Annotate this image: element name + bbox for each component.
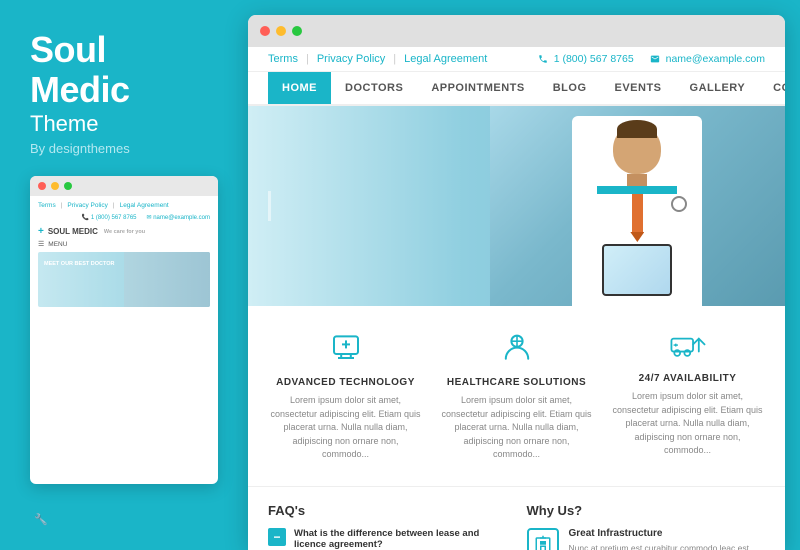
wrench-icon[interactable]: 🔧 (30, 508, 52, 530)
mini-dot-yellow[interactable] (51, 182, 59, 190)
mini-logo: + SOUL MEDIC We care for you (38, 226, 210, 237)
nav-home[interactable]: HOME (268, 72, 331, 104)
feature-healthcare-text: Lorem ipsum dolor sit amet, consectetur … (439, 394, 594, 462)
mini-hero-text: MEET OUR BEST DOCTOR (44, 260, 115, 268)
mini-browser-content: Terms | Privacy Policy | Legal Agreement… (30, 196, 218, 313)
dot-red[interactable] (260, 26, 270, 36)
theme-subtitle: Theme (30, 111, 218, 137)
site-top-contact: 1 (800) 567 8765 name@example.com (538, 53, 765, 65)
faq-title: FAQ's (268, 503, 507, 518)
feature-healthcare: HEALTHCARE SOLUTIONS Lorem ipsum dolor s… (439, 330, 594, 462)
doctor-coat (572, 116, 702, 306)
feature-availability-text: Lorem ipsum dolor sit amet, consectetur … (610, 390, 765, 458)
mini-menu-bar: ☰ MENU (38, 240, 210, 248)
hero-doctor-area (490, 106, 785, 306)
feature-technology-text: Lorem ipsum dolor sit amet, consectetur … (268, 394, 423, 462)
why-item: Great Infrastructure Nunc at pretium est… (527, 528, 766, 550)
doctor-head (613, 124, 661, 174)
theme-author: By designthemes (30, 141, 218, 156)
email-address: name@example.com (650, 53, 765, 65)
faq-section: FAQ's − What is the difference between l… (268, 503, 507, 550)
doctor-container (490, 106, 785, 306)
hero-section (248, 106, 785, 306)
faq-question: What is the difference between lease and… (294, 528, 507, 550)
nav-appointments[interactable]: APPOINTMENTS (417, 72, 538, 104)
mini-browser-bar (30, 176, 218, 196)
feature-technology: ADVANCED TECHNOLOGY Lorem ipsum dolor si… (268, 330, 423, 462)
hero-divider (268, 191, 271, 221)
main-browser: Terms | Privacy Policy | Legal Agreement… (248, 15, 785, 550)
doctor-hair (617, 120, 657, 138)
browser-bar (248, 15, 785, 47)
faq-minus-icon[interactable]: − (268, 528, 286, 546)
doctor-tie (632, 194, 643, 234)
faq-content: What is the difference between lease and… (294, 528, 507, 550)
feature-availability-title: 24/7 AVAILABILITY (610, 373, 765, 384)
dot-yellow[interactable] (276, 26, 286, 36)
doctor-collar (597, 186, 677, 194)
availability-icon (610, 330, 765, 365)
why-title: Why Us? (527, 503, 766, 518)
nav-events[interactable]: EVENTS (601, 72, 676, 104)
why-building-icon (527, 528, 559, 550)
dot-green[interactable] (292, 26, 302, 36)
nav-contact[interactable]: CONTACT (759, 72, 785, 104)
theme-title: Soul Medic (30, 30, 218, 109)
tie-tip (630, 232, 644, 242)
faq-item: − What is the difference between lease a… (268, 528, 507, 550)
doctor-neck (627, 174, 647, 186)
feature-healthcare-title: HEALTHCARE SOLUTIONS (439, 377, 594, 388)
mini-browser: Terms | Privacy Policy | Legal Agreement… (30, 176, 218, 484)
stethoscope-icon (671, 196, 687, 212)
site-top-links: Terms | Privacy Policy | Legal Agreement (268, 53, 487, 65)
browser-content: Terms | Privacy Policy | Legal Agreement… (248, 47, 785, 550)
mini-link-terms[interactable]: Terms (38, 202, 56, 209)
bottom-section: FAQ's − What is the difference between l… (248, 487, 785, 550)
mini-link-privacy[interactable]: Privacy Policy (67, 202, 107, 209)
mini-hero-image (124, 252, 210, 307)
link-legal[interactable]: Legal Agreement (404, 53, 487, 65)
tool-section: 🔧 (30, 508, 218, 530)
site-navigation: HOME DOCTORS APPOINTMENTS BLOG EVENTS GA… (248, 72, 785, 106)
why-section: Why Us? Great Infrastructure (527, 503, 766, 550)
feature-availability: 24/7 AVAILABILITY Lorem ipsum dolor sit … (610, 330, 765, 462)
why-item-text: Nunc at pretium est curabitur commodo le… (569, 543, 766, 550)
tablet (602, 244, 672, 296)
features-section: ADVANCED TECHNOLOGY Lorem ipsum dolor si… (248, 306, 785, 487)
left-panel: Soul Medic Theme By designthemes Terms |… (0, 0, 248, 550)
mini-dot-green[interactable] (64, 182, 72, 190)
nav-doctors[interactable]: DOCTORS (331, 72, 417, 104)
site-top-bar: Terms | Privacy Policy | Legal Agreement… (248, 47, 785, 72)
feature-technology-title: ADVANCED TECHNOLOGY (268, 377, 423, 388)
mini-hero: MEET OUR BEST DOCTOR (38, 252, 210, 307)
mini-contact: 📞 1 (800) 567 8765 ✉ name@example.com (38, 214, 210, 221)
why-item-title: Great Infrastructure (569, 528, 766, 539)
phone-number: 1 (800) 567 8765 (538, 53, 634, 65)
healthcare-icon (439, 330, 594, 369)
tablet-screen (604, 246, 670, 294)
link-privacy[interactable]: Privacy Policy (317, 53, 385, 65)
nav-gallery[interactable]: GALLERY (676, 72, 760, 104)
mini-link-legal[interactable]: Legal Agreement (120, 202, 169, 209)
mini-phone: 📞 1 (800) 567 8765 (82, 214, 137, 221)
mini-email: ✉ name@example.com (147, 214, 210, 221)
technology-icon (268, 330, 423, 369)
hamburger-icon[interactable]: ☰ (38, 240, 44, 248)
theme-title-block: Soul Medic Theme By designthemes (30, 30, 218, 156)
nav-blog[interactable]: BLOG (539, 72, 601, 104)
link-terms[interactable]: Terms (268, 53, 298, 65)
mini-top-links: Terms | Privacy Policy | Legal Agreement (38, 202, 210, 209)
mini-dot-red[interactable] (38, 182, 46, 190)
why-content: Great Infrastructure Nunc at pretium est… (569, 528, 766, 550)
